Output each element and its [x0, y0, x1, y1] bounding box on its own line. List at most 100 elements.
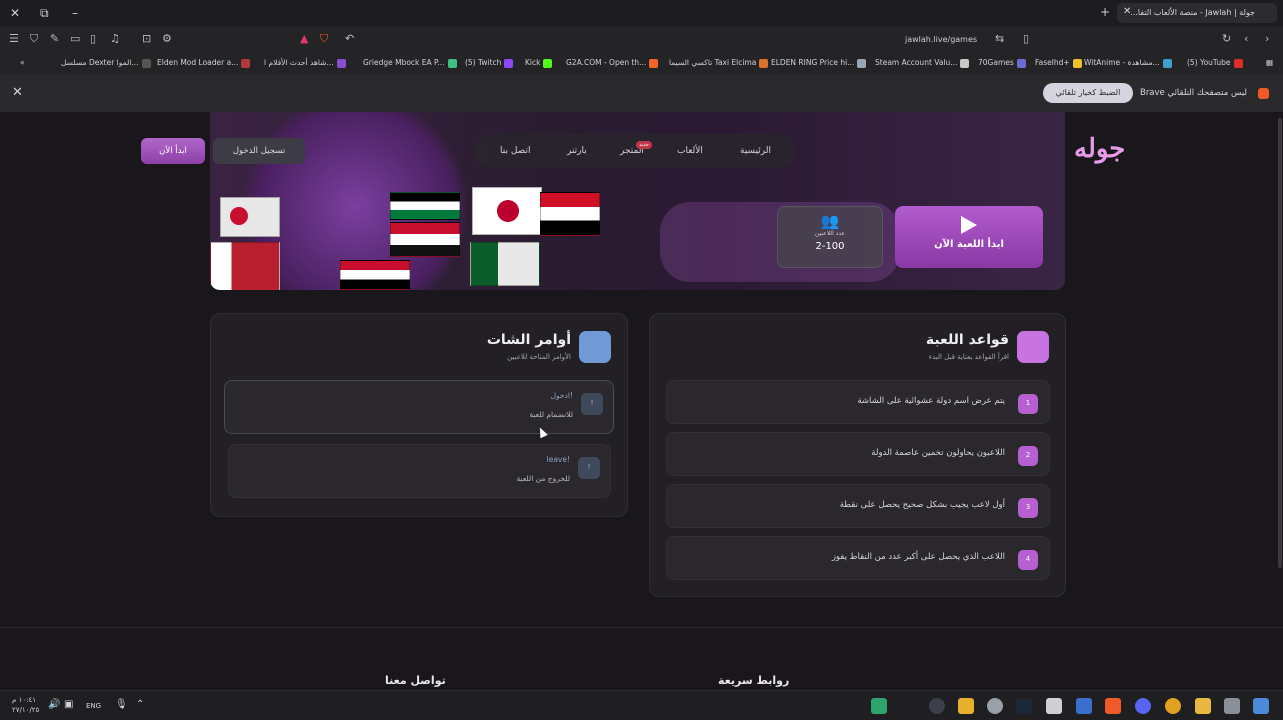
- app-icon[interactable]: [987, 698, 1003, 714]
- clock-time[interactable]: ١٠:٤١ م: [12, 696, 36, 704]
- clock-date[interactable]: ٢٧/١٠/٢٥: [12, 706, 39, 714]
- chrome-icon[interactable]: [1165, 698, 1181, 714]
- login-button[interactable]: تسجيل الدخول: [213, 138, 305, 164]
- bookmark-item[interactable]: (5) YouTube: [1187, 58, 1243, 68]
- new-tab-icon[interactable]: +: [1100, 5, 1110, 19]
- flag-image: [390, 192, 460, 220]
- folder-icon[interactable]: [1195, 698, 1211, 714]
- bookmark-favicon: [543, 58, 553, 68]
- store-icon[interactable]: [1076, 698, 1092, 714]
- rule-item: 1 يتم عرض اسم دولة عشوائية على الشاشة: [666, 380, 1050, 424]
- bookmark-icon[interactable]: ▯: [1023, 32, 1029, 45]
- start-game-button[interactable]: ابدأ اللعبة الآن: [895, 206, 1043, 268]
- bookmark-item[interactable]: 70Games: [978, 58, 1026, 68]
- rule-number: 2: [1018, 446, 1038, 466]
- bookmark-item[interactable]: Steam Account Valu...: [875, 58, 970, 68]
- minimize-window-icon[interactable]: –: [72, 6, 78, 20]
- reload-icon[interactable]: ↻: [1222, 32, 1231, 45]
- command-name: leave!: [546, 455, 570, 464]
- browser-tab-active[interactable]: جولة | Jawlah - منصة الألعاب التفا... ✕: [1117, 3, 1277, 23]
- start-icon[interactable]: [1253, 698, 1269, 714]
- forward-icon[interactable]: ›: [1265, 32, 1269, 45]
- screenshot-icon[interactable]: ⊡: [142, 32, 151, 45]
- bookmark-favicon: [759, 58, 769, 68]
- bookmarks-overflow-icon[interactable]: «: [20, 58, 25, 67]
- bookmark-favicon: [1162, 58, 1172, 68]
- command-badge: !: [581, 393, 603, 415]
- bookmark-item[interactable]: Faselhd+: [1035, 58, 1082, 68]
- language-indicator[interactable]: ENG: [86, 702, 101, 710]
- command-item[interactable]: ! leave! للخروج من اللعبة: [228, 444, 611, 498]
- tab-close-icon[interactable]: ✕: [1123, 6, 1131, 17]
- bookmark-favicon: [1072, 58, 1082, 68]
- bookmark-item[interactable]: Elden Mod Loader a...: [157, 58, 251, 68]
- rewards-icon[interactable]: ▲: [300, 32, 308, 45]
- bookmarks-bar: « ▦ (5) YouTube WitAnime - مشاهدة... Fas…: [0, 52, 1283, 74]
- rule-number: 3: [1018, 498, 1038, 518]
- discord-icon[interactable]: [1135, 698, 1151, 714]
- brave-shield-icon[interactable]: ⛉: [320, 32, 328, 46]
- sidebar-icon[interactable]: ▯: [90, 32, 96, 45]
- close-icon[interactable]: ✕: [12, 85, 23, 100]
- file-icon[interactable]: [1046, 698, 1062, 714]
- flag-image: [230, 207, 248, 225]
- bookmark-favicon: [141, 58, 151, 68]
- brave-icon[interactable]: [1105, 698, 1121, 714]
- command-item[interactable]: ! ادخول! للانضمام للعبة: [224, 380, 614, 434]
- shield-icon[interactable]: ⛉: [30, 32, 38, 46]
- menu-icon[interactable]: ☰: [9, 32, 19, 45]
- rule-number: 1: [1018, 394, 1038, 414]
- set-default-button[interactable]: الضبط كخيار تلقائي: [1043, 83, 1133, 103]
- command-description: للخروج من اللعبة: [516, 474, 570, 483]
- volume-icon[interactable]: 🔊: [48, 699, 60, 710]
- app-icon[interactable]: [958, 698, 974, 714]
- network-icon[interactable]: ▣: [64, 699, 73, 710]
- extension-icon[interactable]: ⚙: [162, 32, 172, 45]
- page-scrollbar[interactable]: [1278, 118, 1282, 568]
- microphone-icon[interactable]: 🎙: [115, 699, 128, 710]
- bookmark-item[interactable]: G2A.COM - Open th...: [566, 58, 659, 68]
- bookmark-item[interactable]: مسلسل Dexter الموا...: [61, 58, 151, 68]
- nav-partners[interactable]: بارتنر: [567, 146, 587, 156]
- restore-window-icon[interactable]: ⧉: [40, 6, 49, 21]
- close-window-icon[interactable]: ✕: [10, 6, 20, 20]
- commands-subtitle: الأوامر المتاحة للاعبين: [507, 353, 571, 361]
- chevron-up-icon[interactable]: ⌃: [136, 699, 144, 710]
- app-icon[interactable]: [929, 698, 945, 714]
- tabs-icon[interactable]: ▭: [70, 32, 80, 45]
- rule-text: اللاعب الذي يحصل على أكبر عدد من النقاط …: [831, 552, 1005, 562]
- rule-item: 4 اللاعب الذي يحصل على أكبر عدد من النقا…: [666, 536, 1050, 580]
- url-text[interactable]: jawlah.live/games: [905, 35, 977, 44]
- app-icon[interactable]: [871, 698, 887, 714]
- notification-text: Brave ليس متصفحك التلقائي: [1139, 88, 1247, 98]
- bookmark-item[interactable]: شاهد أحدث الأفلام ا...: [264, 58, 346, 68]
- rules-subtitle: اقرأ القواعد بعناية قبل البدء: [928, 353, 1009, 361]
- nav-games[interactable]: الألعاب: [677, 146, 703, 156]
- bookmark-favicon: [857, 58, 867, 68]
- steam-icon[interactable]: [1016, 698, 1032, 714]
- site-logo[interactable]: جوله: [1074, 134, 1125, 164]
- nav-contact[interactable]: اتصل بنا: [500, 146, 530, 156]
- bookmark-item[interactable]: WitAnime - مشاهدة...: [1084, 58, 1172, 68]
- flag-image: [470, 242, 540, 286]
- bookmarks-grid-icon[interactable]: ▦: [1266, 58, 1273, 67]
- music-icon[interactable]: ♫: [110, 32, 120, 45]
- pin-icon[interactable]: ✎: [50, 32, 59, 45]
- bookmark-item[interactable]: Kick: [525, 58, 553, 68]
- app-icon[interactable]: [1224, 698, 1240, 714]
- undo-icon[interactable]: ↶: [345, 32, 354, 45]
- footer-links-heading: روابط سريعة: [718, 674, 790, 687]
- start-now-button[interactable]: ابدأ الآن: [141, 138, 205, 164]
- rule-item: 3 أول لاعب يجيب بشكل صحيح يحصل على نقطة: [666, 484, 1050, 528]
- bookmark-item[interactable]: Griedge Mbock EA P...: [363, 58, 457, 68]
- nav-home[interactable]: الرئيسية: [740, 146, 771, 156]
- back-icon[interactable]: ‹: [1244, 32, 1248, 45]
- game-rules-card: قواعد اللعبة اقرأ القواعد بعناية قبل الب…: [649, 313, 1066, 597]
- players-label: عدد اللاعبين: [814, 230, 846, 237]
- bookmark-item[interactable]: تاكسي السيما Taxi Elcima: [669, 58, 769, 68]
- share-icon[interactable]: ⇆: [995, 32, 1004, 45]
- bookmark-item[interactable]: ELDEN RING Price hi...: [771, 58, 867, 68]
- bookmark-item[interactable]: (5) Twitch: [465, 58, 514, 68]
- players-value: 2-100: [815, 241, 845, 252]
- nav-store[interactable]: المتجر جديد: [620, 141, 652, 156]
